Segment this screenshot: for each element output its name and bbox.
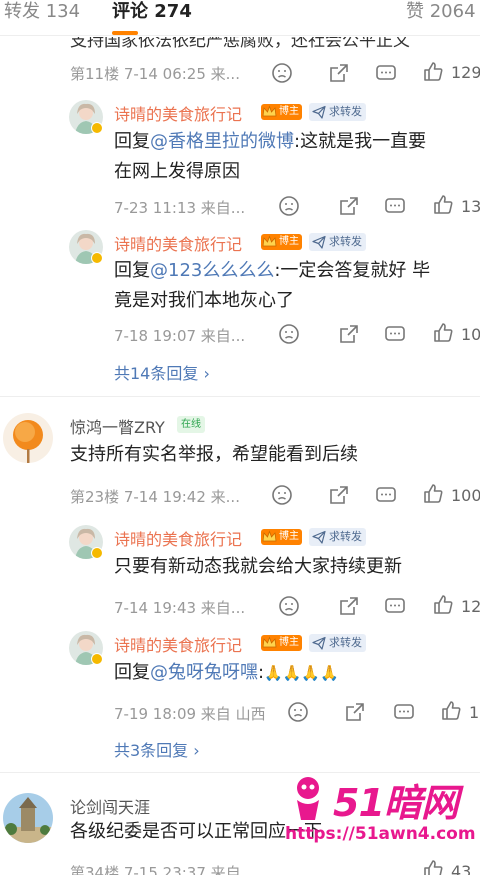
request-share-badge[interactable]: 求转发 [309, 634, 366, 652]
request-share-badge[interactable]: 求转发 [309, 233, 366, 251]
reply-meta: 7-19 18:09 来自 山西 [114, 705, 266, 723]
reply-meta: 7-23 11:13 来自... [114, 199, 246, 217]
crown-icon [262, 636, 277, 648]
reply-text: 只要有新动态我就会给大家持续更新 [114, 556, 402, 577]
share-icon[interactable] [328, 484, 350, 506]
reply-text: 回复@兔呀兔呀嘿:🙏🙏🙏🙏 [114, 662, 339, 683]
thumbs-up-icon[interactable] [432, 321, 454, 343]
comment-tabs: 转发 134 评论 274 赞 2064 [0, 0, 480, 36]
thumbs-up-icon[interactable] [422, 482, 444, 504]
online-badge: 在线 [177, 416, 205, 433]
mention-link[interactable]: @香格里拉的微博 [150, 131, 294, 152]
share-icon[interactable] [338, 595, 360, 617]
crown-icon [262, 530, 277, 542]
mention-link[interactable]: @123么么么么 [150, 260, 274, 281]
view-more-replies-link[interactable]: 共3条回复 › [114, 737, 200, 761]
dislike-icon[interactable] [287, 701, 309, 723]
send-icon [312, 105, 326, 119]
send-icon [312, 636, 326, 650]
comment-meta: 第11楼 7-14 06:25 来... [70, 65, 240, 83]
send-icon [312, 235, 326, 249]
comment-icon[interactable] [384, 595, 406, 617]
comment-meta: 第34楼 7-15 23:37 来自... [70, 864, 255, 875]
watermark-title: 51暗网 [333, 781, 459, 825]
like-count: 10 [461, 325, 480, 344]
request-share-badge[interactable]: 求转发 [309, 528, 366, 546]
reply-author-name[interactable]: 诗晴的美食旅行记 [114, 632, 242, 656]
mention-link[interactable]: @兔呀兔呀嘿 [150, 662, 258, 683]
thumbs-up-icon[interactable] [422, 60, 444, 82]
verified-badge-icon [91, 252, 103, 264]
share-icon[interactable] [338, 323, 360, 345]
thumbs-up-icon[interactable] [440, 699, 462, 721]
blogger-badge: 博主 [261, 635, 302, 651]
tab-comments[interactable]: 评论 274 [112, 0, 192, 24]
request-share-badge[interactable]: 求转发 [309, 103, 366, 121]
reply-text: 回复@香格里拉的微博:这就是我一直要 在网上发得原因 [114, 131, 427, 182]
comment-author-name[interactable]: 惊鸿一瞥ZRY [70, 414, 165, 438]
comment-icon[interactable] [384, 323, 406, 345]
comment-author-name[interactable]: 论剑闯天涯 [70, 794, 150, 818]
divider [0, 396, 480, 397]
dislike-icon[interactable] [278, 323, 300, 345]
dislike-icon[interactable] [278, 595, 300, 617]
thumbs-up-icon[interactable] [422, 858, 444, 875]
comment-text: 支持所有实名举报，希望能看到后续 [70, 444, 358, 465]
verified-badge-icon [91, 122, 103, 134]
share-icon[interactable] [344, 701, 366, 723]
thumbs-up-icon[interactable] [432, 593, 454, 615]
comment-meta: 第23楼 7-14 19:42 来... [70, 488, 240, 506]
reply-author-name[interactable]: 诗晴的美食旅行记 [114, 101, 242, 125]
share-icon[interactable] [328, 62, 350, 84]
thumbs-up-icon[interactable] [432, 193, 454, 215]
comment-icon[interactable] [375, 62, 397, 84]
like-count: 129 [451, 63, 480, 82]
dislike-icon[interactable] [271, 484, 293, 506]
send-icon [312, 530, 326, 544]
share-icon[interactable] [338, 195, 360, 217]
dislike-icon[interactable] [278, 195, 300, 217]
crown-icon [262, 105, 277, 117]
reply-text: 回复@123么么么么:一定会答复就好 毕竟是对我们本地灰心了 [114, 260, 431, 311]
blogger-badge: 博主 [261, 529, 302, 545]
view-more-replies-link[interactable]: 共14条回复 › [114, 360, 210, 384]
watermark-url: https://51awn4.com [285, 824, 476, 844]
dislike-icon[interactable] [271, 62, 293, 84]
watermark: 51暗网 https://51awn4.com [285, 772, 477, 852]
tab-reposts[interactable]: 转发 134 [4, 0, 80, 24]
comment-icon[interactable] [375, 484, 397, 506]
comment-icon[interactable] [393, 701, 415, 723]
blogger-badge: 博主 [261, 234, 302, 250]
tab-likes[interactable]: 赞 2064 [406, 0, 476, 24]
like-count: 1 [469, 703, 480, 722]
like-count: 100 [451, 486, 480, 505]
reply-author-name[interactable]: 诗晴的美食旅行记 [114, 231, 242, 255]
like-count: 12 [461, 597, 480, 616]
tab-active-indicator [112, 31, 138, 35]
like-count: 13 [461, 197, 480, 216]
avatar[interactable] [3, 413, 53, 463]
watermark-logo-icon [297, 777, 319, 820]
reply-meta: 7-14 19:43 来自... [114, 599, 246, 617]
avatar[interactable] [3, 793, 53, 843]
blogger-badge: 博主 [261, 104, 302, 120]
verified-badge-icon [91, 653, 103, 665]
verified-badge-icon [91, 547, 103, 559]
emoji-pray: 🙏🙏🙏🙏 [264, 664, 339, 682]
reply-author-name[interactable]: 诗晴的美食旅行记 [114, 526, 242, 550]
reply-meta: 7-18 19:07 来自... [114, 327, 246, 345]
like-count: 43 [451, 862, 472, 875]
crown-icon [262, 235, 277, 247]
comment-icon[interactable] [384, 195, 406, 217]
clipped-comment-text: 支持国家依法依纪严惩腐败，还社会公平正义 [70, 37, 410, 49]
